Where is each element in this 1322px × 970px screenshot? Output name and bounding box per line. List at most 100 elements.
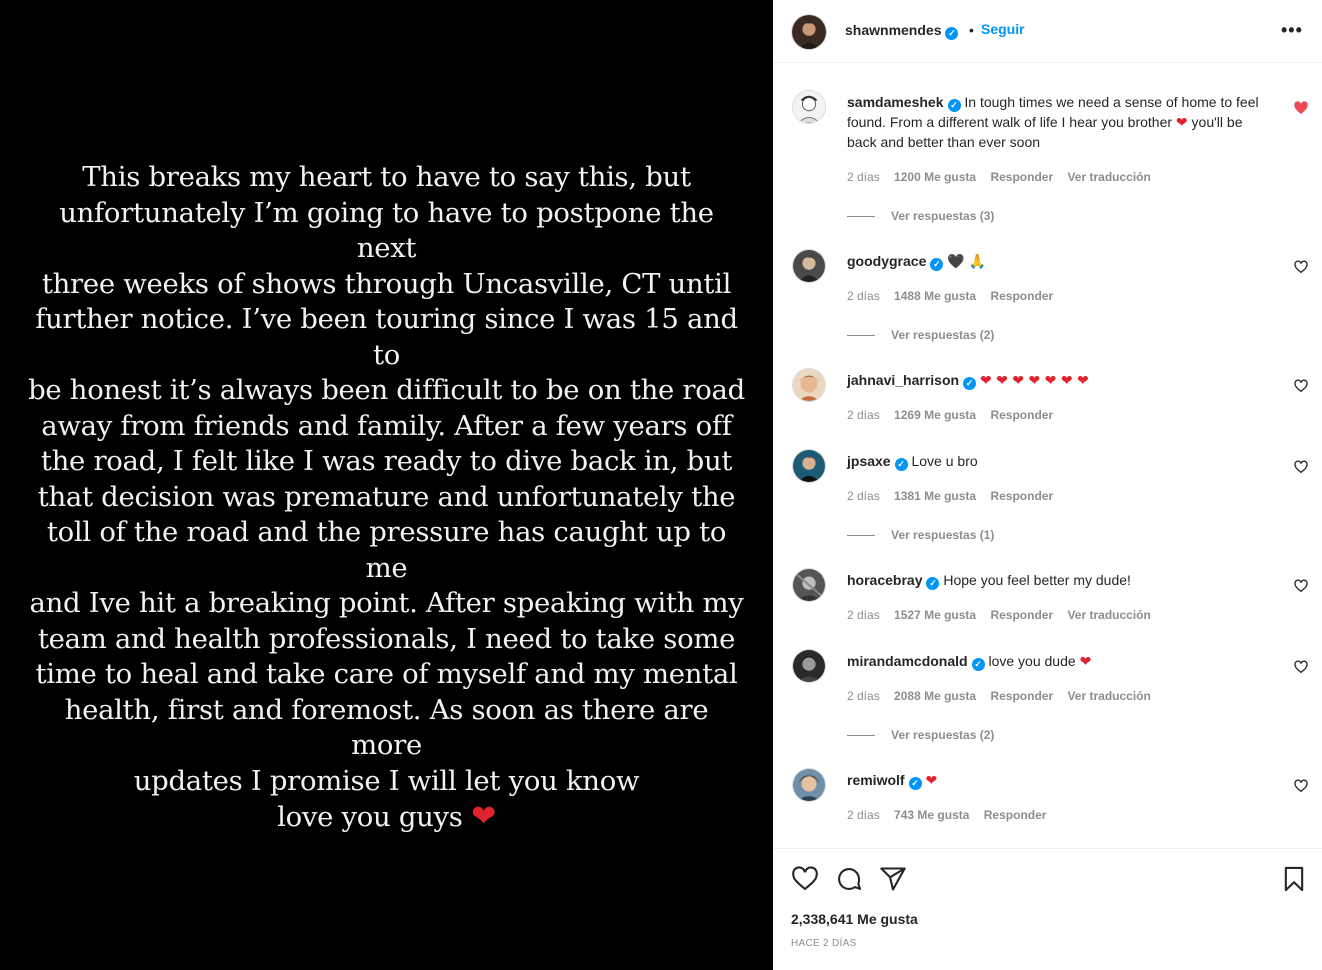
comment-meta: 2 días 2088 Me gusta Responder Ver tradu… (847, 689, 1162, 703)
comment-likes[interactable]: 743 Me gusta (894, 808, 969, 822)
comment-like-heart-icon[interactable] (1293, 578, 1309, 594)
verified-badge-icon: ✓ (908, 777, 922, 790)
comment-text: Hope you feel better my dude! (943, 572, 1131, 588)
comment-text: ❤ ❤ ❤ ❤ ❤ ❤ ❤ (979, 373, 1089, 389)
replies-divider (847, 216, 875, 218)
post-header: shawnmendes ✓ • Seguir ••• (773, 0, 1322, 63)
view-replies-label[interactable]: Ver respuestas (2) (891, 728, 994, 742)
comment-bubble-icon[interactable] (835, 865, 863, 893)
comment-likes[interactable]: 2088 Me gusta (894, 689, 976, 703)
comment-meta: 2 días 1269 Me gusta Responder (847, 408, 1064, 422)
comments-list[interactable]: samdameshek ✓ In tough times we need a se… (773, 63, 1322, 848)
post-timestamp[interactable]: HACE 2 DÍAS (791, 938, 857, 949)
comment-body: goodygrace ✓ 🖤 🙏 (847, 252, 1267, 272)
reply-button[interactable]: Responder (990, 170, 1053, 184)
comment-like-heart-icon[interactable] (1293, 778, 1309, 794)
view-replies-button[interactable]: Ver respuestas (1) (847, 528, 994, 542)
commenter-avatar[interactable] (792, 90, 826, 124)
comment-time[interactable]: 2 días (847, 608, 880, 622)
separator-dot: • (969, 22, 974, 38)
commenter-avatar[interactable] (792, 249, 826, 283)
comment-like-heart-icon[interactable] (1293, 100, 1309, 116)
post-media[interactable]: This breaks my heart to have to say this… (0, 0, 773, 970)
author-username-text[interactable]: shawnmendes (845, 22, 941, 38)
translate-button[interactable]: Ver traducción (1067, 170, 1150, 184)
more-options-icon[interactable]: ••• (1281, 20, 1303, 41)
comment-time[interactable]: 2 días (847, 689, 880, 703)
comment-text: love you dude (988, 653, 1076, 669)
comment-meta: 2 días 1200 Me gusta Responder Ver tradu… (847, 170, 1162, 184)
comment-meta: 2 días 743 Me gusta Responder (847, 808, 1057, 822)
replies-divider (847, 335, 875, 337)
follow-button[interactable]: Seguir (981, 21, 1025, 37)
reply-button[interactable]: Responder (984, 808, 1047, 822)
verified-badge-icon: ✓ (963, 377, 977, 390)
verified-badge-icon: ✓ (947, 99, 961, 112)
comment-likes[interactable]: 1200 Me gusta (894, 170, 976, 184)
reply-button[interactable]: Responder (990, 408, 1053, 422)
comment-text: 🖤 🙏 (947, 253, 987, 269)
comment-like-heart-icon[interactable] (1293, 259, 1309, 275)
verified-badge-icon: ✓ (930, 258, 944, 271)
like-heart-icon[interactable] (791, 865, 819, 893)
view-replies-button[interactable]: Ver respuestas (2) (847, 728, 994, 742)
comment-time[interactable]: 2 días (847, 289, 880, 303)
comment-meta: 2 días 1488 Me gusta Responder (847, 289, 1064, 303)
post-side-panel: shawnmendes ✓ • Seguir ••• samdameshek ✓ I… (773, 0, 1322, 970)
comment-time[interactable]: 2 días (847, 489, 880, 503)
view-replies-button[interactable]: Ver respuestas (3) (847, 209, 994, 223)
comment-like-heart-icon[interactable] (1293, 459, 1309, 475)
comment-likes[interactable]: 1269 Me gusta (894, 408, 976, 422)
comment-username[interactable]: remiwolf (847, 772, 905, 788)
reply-button[interactable]: Responder (990, 289, 1053, 303)
comment-likes[interactable]: 1527 Me gusta (894, 608, 976, 622)
comment-username[interactable]: jahnavi_harrison (847, 372, 959, 388)
comment-meta: 2 días 1527 Me gusta Responder Ver tradu… (847, 608, 1162, 622)
comment-likes[interactable]: 1381 Me gusta (894, 489, 976, 503)
comment-body: horacebray ✓ Hope you feel better my dude… (847, 571, 1267, 591)
story-heart-emoji: ❤ (471, 799, 496, 835)
author-username[interactable]: shawnmendes ✓ (845, 22, 959, 40)
comment-likes[interactable]: 1488 Me gusta (894, 289, 976, 303)
comment-body: remiwolf ✓ ❤ (847, 771, 1267, 792)
commenter-avatar[interactable] (792, 649, 826, 683)
comment-body: mirandamcdonald ✓ love you dude ❤ (847, 652, 1267, 673)
comment-like-heart-icon[interactable] (1293, 659, 1309, 675)
commenter-avatar[interactable] (792, 568, 826, 602)
comment-text: ❤ (925, 773, 938, 789)
post-actions: 2,338,641 Me gusta HACE 2 DÍAS (773, 848, 1322, 970)
commenter-avatar[interactable] (792, 368, 826, 402)
reply-button[interactable]: Responder (990, 689, 1053, 703)
commenter-avatar[interactable] (792, 768, 826, 802)
heart-emoji: ❤ (1079, 654, 1092, 670)
view-replies-label[interactable]: Ver respuestas (2) (891, 328, 994, 342)
comment-time[interactable]: 2 días (847, 408, 880, 422)
commenter-avatar[interactable] (792, 449, 826, 483)
reply-button[interactable]: Responder (990, 608, 1053, 622)
author-avatar[interactable] (791, 14, 827, 50)
view-replies-label[interactable]: Ver respuestas (1) (891, 528, 994, 542)
comment-meta: 2 días 1381 Me gusta Responder (847, 489, 1064, 503)
comment-time[interactable]: 2 días (847, 170, 880, 184)
comment-time[interactable]: 2 días (847, 808, 880, 822)
share-paper-plane-icon[interactable] (879, 865, 907, 893)
comment-text: Love u bro (911, 453, 978, 469)
translate-button[interactable]: Ver traducción (1067, 689, 1150, 703)
comment-body: jahnavi_harrison ✓ ❤ ❤ ❤ ❤ ❤ ❤ ❤ (847, 371, 1267, 392)
reply-button[interactable]: Responder (990, 489, 1053, 503)
translate-button[interactable]: Ver traducción (1067, 608, 1150, 622)
view-replies-button[interactable]: Ver respuestas (2) (847, 328, 994, 342)
comment-username[interactable]: samdameshek (847, 94, 944, 110)
view-replies-label[interactable]: Ver respuestas (3) (891, 209, 994, 223)
comment-body: samdameshek ✓ In tough times we need a se… (847, 93, 1267, 153)
likes-count[interactable]: 2,338,641 Me gusta (791, 911, 918, 927)
verified-badge-icon: ✓ (894, 458, 908, 471)
replies-divider (847, 735, 875, 737)
verified-badge-icon: ✓ (971, 658, 985, 671)
comment-like-heart-icon[interactable] (1293, 378, 1309, 394)
save-bookmark-icon[interactable] (1280, 865, 1308, 893)
comment-username[interactable]: mirandamcdonald (847, 653, 968, 669)
comment-username[interactable]: jpsaxe (847, 453, 891, 469)
comment-username[interactable]: goodygrace (847, 253, 926, 269)
comment-username[interactable]: horacebray (847, 572, 922, 588)
